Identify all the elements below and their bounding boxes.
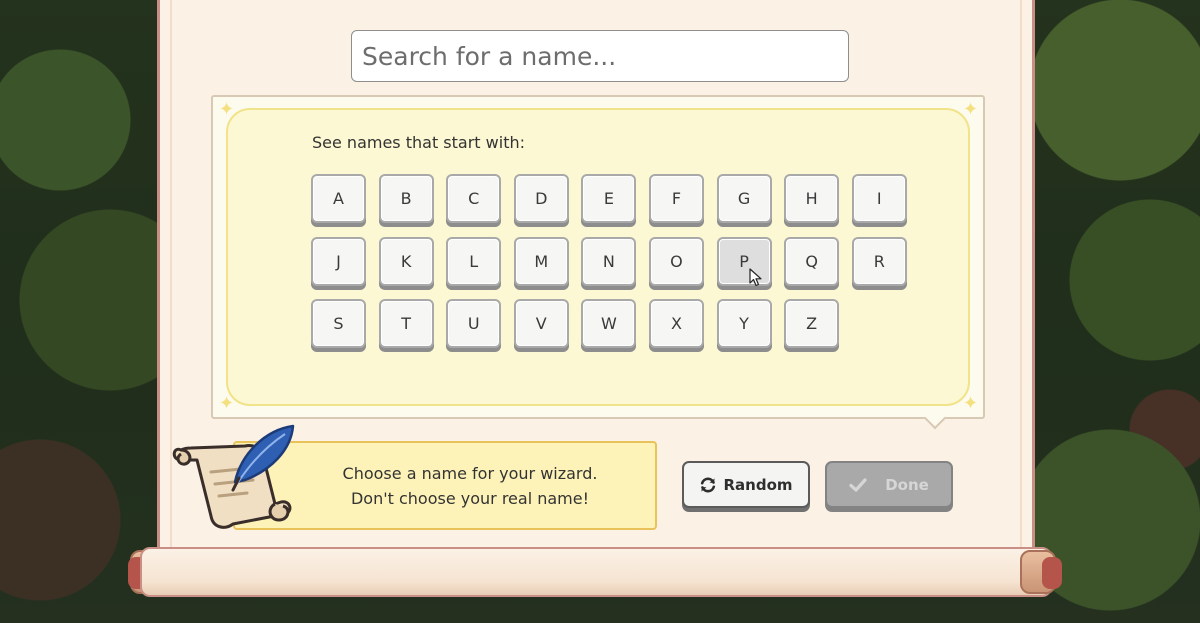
check-icon xyxy=(849,477,867,492)
sparkle-icon: ✦ xyxy=(963,99,979,120)
letter-key-p[interactable]: P xyxy=(716,236,772,286)
letter-key-g[interactable]: G xyxy=(716,174,772,223)
letter-key-q[interactable]: Q xyxy=(784,236,840,286)
letter-board-label: See names that start with: xyxy=(312,133,525,152)
refresh-icon xyxy=(701,477,716,492)
letter-key-o[interactable]: O xyxy=(648,236,704,286)
scroll-roll-cap-right xyxy=(1042,557,1062,589)
letter-key-b[interactable]: B xyxy=(378,174,434,223)
letter-key-w[interactable]: W xyxy=(581,299,637,348)
letter-key-f[interactable]: F xyxy=(648,174,704,223)
letter-key-v[interactable]: V xyxy=(513,299,569,348)
scroll-quill-icon xyxy=(172,424,295,529)
letter-key-y[interactable]: Y xyxy=(716,299,772,348)
letter-key-t[interactable]: T xyxy=(378,299,434,348)
letter-key-z[interactable]: Z xyxy=(784,299,840,348)
letter-key-s[interactable]: S xyxy=(311,299,366,348)
letter-key-u[interactable]: U xyxy=(446,299,502,348)
hint-line-2: Don't choose your real name! xyxy=(350,489,590,508)
mouse-cursor-icon xyxy=(749,268,762,287)
letter-key-l[interactable]: L xyxy=(446,236,502,286)
letter-key-e[interactable]: E xyxy=(581,174,637,223)
letter-key-k[interactable]: K xyxy=(378,236,434,286)
random-button[interactable]: Random xyxy=(682,461,810,508)
letter-grid: ABCDEFGHI JKLMNOPQR STUVWXYZ xyxy=(311,174,907,348)
scroll-roll-bottom xyxy=(140,547,1052,597)
letter-key-r[interactable]: R xyxy=(851,236,907,286)
letter-key-n[interactable]: N xyxy=(581,236,637,286)
letter-key-c[interactable]: C xyxy=(446,174,502,223)
done-button[interactable]: Done xyxy=(825,461,953,508)
hint-text: Choose a name for your wizard. Don't cho… xyxy=(295,461,645,511)
letter-key-m[interactable]: M xyxy=(513,236,569,286)
sparkle-icon: ✦ xyxy=(219,99,235,120)
letter-key-a[interactable]: A xyxy=(311,174,366,223)
search-input[interactable] xyxy=(351,30,849,82)
sparkle-icon: ✦ xyxy=(963,393,979,414)
letter-key-i[interactable]: I xyxy=(851,174,907,223)
letter-key-j[interactable]: J xyxy=(311,236,366,286)
random-button-label: Random xyxy=(723,475,793,494)
sparkle-icon: ✦ xyxy=(219,393,235,414)
letter-key-h[interactable]: H xyxy=(784,174,840,223)
hint-line-1: Choose a name for your wizard. xyxy=(342,464,598,483)
letter-key-x[interactable]: X xyxy=(648,299,704,348)
letter-key-d[interactable]: D xyxy=(513,174,569,223)
done-button-label: Done xyxy=(885,475,929,494)
